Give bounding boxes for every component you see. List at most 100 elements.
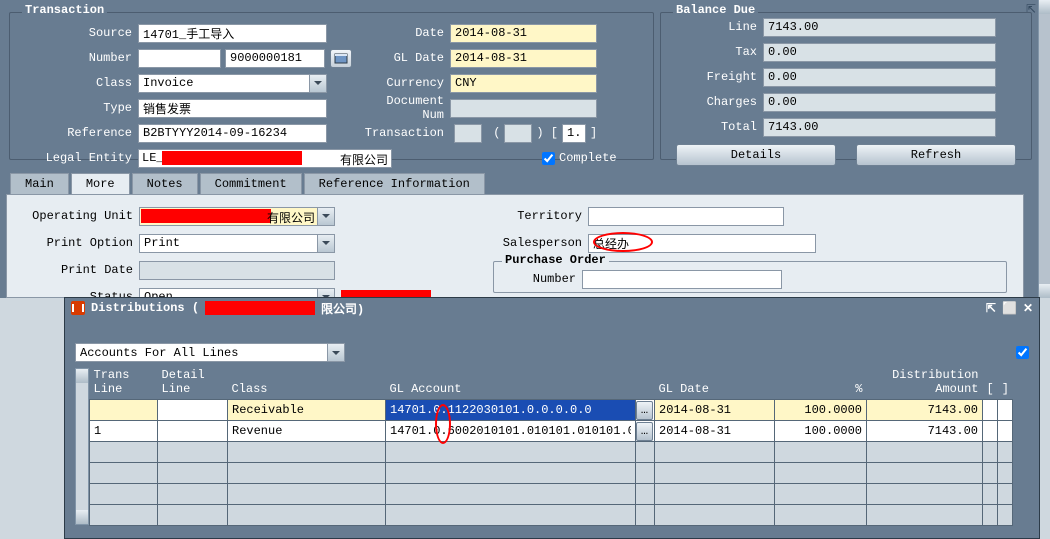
lov-icon[interactable]: … <box>636 422 653 441</box>
txn-nav-cur[interactable] <box>454 124 482 143</box>
transaction-legend: Transaction <box>22 3 107 17</box>
chevron-down-icon[interactable] <box>317 208 334 225</box>
oracle-icon <box>71 301 85 315</box>
col-amount[interactable]: DistributionAmount <box>867 368 983 400</box>
cell-amount[interactable] <box>871 421 978 441</box>
scroll-down-icon[interactable] <box>1039 284 1050 298</box>
cell-class[interactable] <box>232 400 381 420</box>
tab-notes[interactable]: Notes <box>132 173 198 195</box>
territory-input[interactable] <box>588 207 784 226</box>
cell-class[interactable] <box>232 421 381 441</box>
gldate-input[interactable] <box>450 49 597 68</box>
table-row[interactable] <box>90 484 1013 505</box>
col-flag-open[interactable]: [ <box>983 368 998 400</box>
legal-suffix: 有限公司 <box>340 151 388 168</box>
txn-nav-page[interactable] <box>562 124 586 143</box>
scroll-up-icon[interactable] <box>76 369 88 383</box>
number-lookup-icon[interactable] <box>330 49 352 68</box>
salesperson-input[interactable] <box>588 234 816 253</box>
lov-icon[interactable]: … <box>636 401 653 420</box>
number-label: Number <box>22 51 138 65</box>
table-row[interactable]: … <box>90 400 1013 421</box>
cell-amount[interactable] <box>871 400 978 420</box>
scroll-down-icon[interactable] <box>76 510 88 524</box>
scrollbar-vertical[interactable] <box>1038 0 1050 298</box>
table-row[interactable] <box>90 505 1013 526</box>
cell-trans[interactable] <box>94 400 153 420</box>
maximize-icon[interactable]: ⬜ <box>1002 301 1017 316</box>
cell-gl-account[interactable] <box>390 421 631 441</box>
cell-detail[interactable] <box>162 400 223 420</box>
salesperson-label: Salesperson <box>493 236 588 250</box>
accounts-selector[interactable] <box>75 343 345 362</box>
type-label: Type <box>22 101 138 115</box>
distributions-titlebar[interactable]: Distributions ( 限公司) ⇱ ⬜ ✕ <box>65 298 1039 318</box>
cell-pct[interactable] <box>779 421 862 441</box>
ou-redaction <box>141 209 271 223</box>
col-trans-line[interactable]: TransLine <box>90 368 158 400</box>
docnum-input[interactable] <box>450 99 597 118</box>
col-gl-date[interactable]: GL Date <box>655 368 775 400</box>
print-date-input[interactable] <box>139 261 335 280</box>
chevron-down-icon[interactable] <box>309 75 326 92</box>
currency-label: Currency <box>360 76 450 90</box>
col-detail-line[interactable]: DetailLine <box>158 368 228 400</box>
print-option-label: Print Option <box>23 236 139 250</box>
cell-gl-account[interactable] <box>390 400 631 420</box>
ou-suffix: 有限公司 <box>267 209 315 226</box>
table-row[interactable] <box>90 463 1013 484</box>
tab-more[interactable]: More <box>71 173 130 195</box>
scroll-up-icon[interactable] <box>1039 0 1050 14</box>
print-option-input[interactable] <box>139 234 335 253</box>
cell-pct[interactable] <box>779 400 862 420</box>
complete-checkbox[interactable] <box>542 152 555 165</box>
distributions-window: Distributions ( 限公司) ⇱ ⬜ ✕ <box>64 297 1040 539</box>
cell-gl-date[interactable] <box>659 421 770 441</box>
details-button[interactable]: Details <box>676 144 836 166</box>
cell-detail[interactable] <box>162 421 223 441</box>
close-icon[interactable]: ✕ <box>1023 301 1033 316</box>
territory-label: Territory <box>493 209 588 223</box>
cell-trans[interactable] <box>94 421 153 441</box>
complete-label: Complete <box>559 151 617 165</box>
tab-main[interactable]: Main <box>10 173 69 195</box>
number-input-1[interactable] <box>138 49 221 68</box>
txn-nav-of[interactable] <box>504 124 532 143</box>
type-input[interactable] <box>138 99 327 118</box>
col-class[interactable]: Class <box>228 368 386 400</box>
cell-gl-date[interactable] <box>659 400 770 420</box>
txn-nav-label: Transaction <box>360 126 450 140</box>
class-label: Class <box>22 76 138 90</box>
tab-commitment[interactable]: Commitment <box>200 173 302 195</box>
date-label: Date <box>360 26 450 40</box>
class-combo[interactable] <box>138 74 327 93</box>
reference-input[interactable] <box>138 124 327 143</box>
bal-freight-label: Freight <box>673 70 763 84</box>
table-row[interactable] <box>90 442 1013 463</box>
number-input-2[interactable] <box>225 49 325 68</box>
tab-refinfo[interactable]: Reference Information <box>304 173 485 195</box>
currency-input[interactable] <box>450 74 597 93</box>
bal-line-label: Line <box>673 20 763 34</box>
distribution-grid: TransLine DetailLine Class GL Account GL… <box>89 368 1013 526</box>
print-date-label: Print Date <box>23 263 139 277</box>
table-row[interactable]: … <box>90 421 1013 442</box>
po-legend: Purchase Order <box>502 253 609 267</box>
accounts-selector-input[interactable] <box>75 343 345 362</box>
col-flag-close[interactable]: ] <box>998 368 1013 400</box>
col-pct[interactable]: % <box>775 368 867 400</box>
purchase-order-group: Purchase Order Number <box>493 261 1007 293</box>
refresh-button[interactable]: Refresh <box>856 144 1016 166</box>
bal-tax-label: Tax <box>673 45 763 59</box>
bal-charges-value <box>763 93 996 112</box>
col-gl-account[interactable]: GL Account <box>386 368 655 400</box>
detach-icon[interactable]: ⇱ <box>986 301 996 316</box>
dist-title-suffix: 限公司) <box>321 300 364 317</box>
grid-scrollbar[interactable] <box>75 368 89 525</box>
po-number-input[interactable] <box>582 270 782 289</box>
source-input[interactable] <box>138 24 327 43</box>
chevron-down-icon[interactable] <box>317 235 334 252</box>
accounts-checkbox[interactable] <box>1016 346 1029 359</box>
date-input[interactable] <box>450 24 597 43</box>
chevron-down-icon[interactable] <box>327 344 344 361</box>
